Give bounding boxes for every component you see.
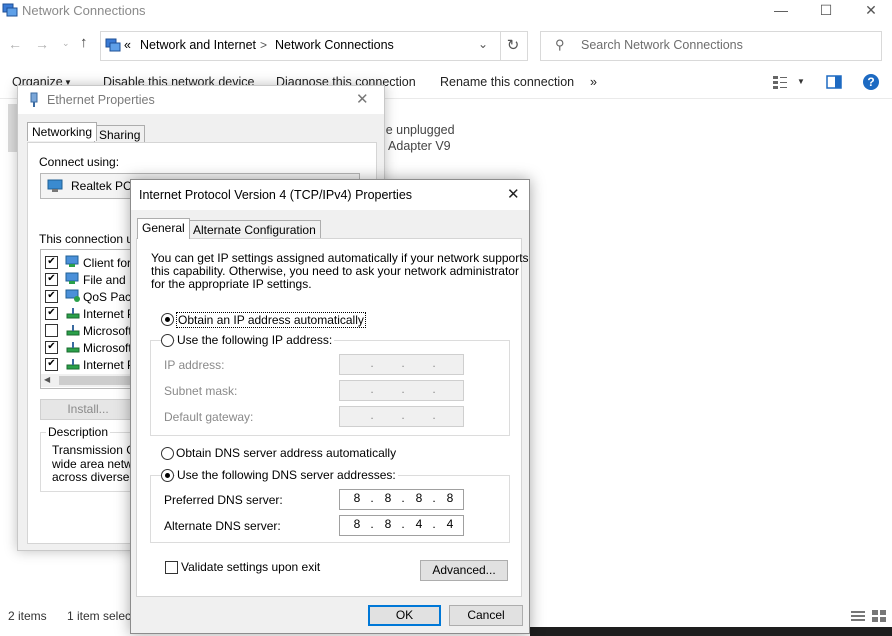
ethernet-adapter-icon bbox=[28, 92, 40, 111]
more-commands-button[interactable]: » bbox=[590, 75, 597, 89]
alternate-dns-field[interactable]: 8. 8. 4. 4 bbox=[339, 515, 464, 536]
dns-auto-label[interactable]: Obtain DNS server address automatically bbox=[176, 446, 396, 460]
default-gateway-label: Default gateway: bbox=[164, 410, 254, 424]
validate-checkbox[interactable] bbox=[165, 561, 178, 574]
dns-auto-radio[interactable] bbox=[161, 447, 174, 460]
forward-arrow-icon[interactable]: → bbox=[35, 36, 49, 52]
tab-networking[interactable]: Networking bbox=[27, 122, 98, 141]
component-checkbox[interactable]: ✔ bbox=[45, 341, 58, 354]
ip-address-label: IP address: bbox=[164, 358, 225, 372]
default-gateway-field[interactable]: ... bbox=[339, 406, 464, 427]
component-label: File and P bbox=[83, 273, 138, 287]
dns-manual-radio[interactable] bbox=[161, 469, 174, 482]
breadcrumb-network-internet[interactable]: Network and Internet bbox=[140, 38, 256, 52]
description-label: Description bbox=[46, 425, 111, 439]
alternate-dns-label: Alternate DNS server: bbox=[164, 519, 281, 533]
description-line-1: Transmission Co bbox=[52, 443, 142, 457]
up-arrow-icon[interactable]: ↑ bbox=[80, 34, 88, 51]
advanced-button[interactable]: Advanced... bbox=[420, 560, 508, 581]
ipv4-properties-dialog: Internet Protocol Version 4 (TCP/IPv4) P… bbox=[130, 179, 530, 634]
network-service-icon bbox=[65, 289, 81, 306]
intro-line-2: this capability. Otherwise, you need to … bbox=[151, 264, 519, 278]
tiles-view-icon[interactable] bbox=[871, 609, 887, 626]
ethernet-title-bar: Ethernet Properties ✕ bbox=[18, 86, 384, 114]
component-checkbox[interactable]: ✔ bbox=[45, 307, 58, 320]
ethernet-dialog-title: Ethernet Properties bbox=[47, 93, 155, 107]
breadcrumb-separator[interactable]: > bbox=[260, 38, 267, 52]
recent-chevron-icon[interactable]: ⌄ bbox=[62, 38, 70, 49]
explorer-title-bar: Network Connections — ☐ ✕ bbox=[0, 0, 892, 22]
search-icon: ⚲ bbox=[555, 37, 565, 52]
search-input[interactable]: ⚲ Search Network Connections bbox=[540, 31, 882, 61]
items-label: This connection us bbox=[39, 232, 140, 246]
subnet-mask-field[interactable]: ... bbox=[339, 380, 464, 401]
install-button[interactable]: Install... bbox=[40, 399, 136, 420]
network-adapter-icon bbox=[47, 179, 63, 196]
view-dropdown-icon[interactable]: ▼ bbox=[797, 77, 805, 86]
address-bar[interactable]: « Network and Internet > Network Connect… bbox=[100, 31, 501, 61]
ipv4-dialog-title: Internet Protocol Version 4 (TCP/IPv4) P… bbox=[139, 188, 413, 202]
component-label: Microsoft bbox=[83, 324, 132, 338]
component-checkbox[interactable]: ✔ bbox=[45, 358, 58, 371]
ethernet-close-icon[interactable]: ✕ bbox=[356, 90, 369, 108]
cancel-button[interactable]: Cancel bbox=[449, 605, 523, 626]
protocol-icon bbox=[65, 306, 81, 323]
description-line-2: wide area netwo bbox=[52, 457, 140, 471]
component-checkbox[interactable] bbox=[45, 324, 58, 337]
network-client-icon bbox=[65, 272, 81, 289]
explorer-title: Network Connections bbox=[22, 3, 146, 18]
view-options-icon[interactable] bbox=[772, 74, 788, 93]
back-arrow-icon[interactable]: ← bbox=[8, 36, 22, 52]
subnet-mask-label: Subnet mask: bbox=[164, 384, 238, 398]
ipv4-close-icon[interactable]: ✕ bbox=[507, 185, 520, 203]
dns-manual-label[interactable]: Use the following DNS server addresses: bbox=[175, 468, 398, 482]
preferred-dns-label: Preferred DNS server: bbox=[164, 493, 283, 507]
tab-general[interactable]: General bbox=[137, 218, 190, 239]
breadcrumb-overflow[interactable]: « bbox=[124, 38, 131, 52]
item-count: 2 items bbox=[8, 609, 47, 623]
ip-auto-label[interactable]: Obtain an IP address automatically bbox=[176, 312, 366, 328]
network-client-icon bbox=[65, 255, 81, 272]
tab-alternate-configuration[interactable]: Alternate Configuration bbox=[188, 220, 321, 239]
ok-button[interactable]: OK bbox=[368, 605, 441, 626]
description-line-3: across diverse in bbox=[52, 470, 143, 484]
preview-pane-icon[interactable] bbox=[826, 74, 842, 93]
component-label: Microsoft bbox=[83, 341, 132, 355]
taskbar-strip bbox=[530, 627, 892, 636]
component-checkbox[interactable]: ✔ bbox=[45, 273, 58, 286]
network-folder-icon bbox=[2, 2, 18, 17]
svg-text:?: ? bbox=[867, 75, 874, 89]
protocol-icon bbox=[65, 340, 81, 357]
close-button[interactable]: ✕ bbox=[848, 0, 892, 22]
component-label: QoS Pack bbox=[83, 290, 138, 304]
minimize-button[interactable]: — bbox=[758, 0, 804, 22]
connect-using-label: Connect using: bbox=[39, 155, 120, 169]
preferred-dns-field[interactable]: 8. 8. 8. 8 bbox=[339, 489, 464, 510]
protocol-icon bbox=[65, 357, 81, 374]
intro-line-3: for the appropriate IP settings. bbox=[151, 277, 312, 291]
ipv4-title-bar: Internet Protocol Version 4 (TCP/IPv4) P… bbox=[131, 180, 529, 210]
maximize-button[interactable]: ☐ bbox=[803, 0, 849, 22]
validate-label[interactable]: Validate settings upon exit bbox=[181, 560, 320, 574]
selection-count: 1 item selec bbox=[67, 609, 132, 623]
refresh-button[interactable]: ↻ bbox=[499, 31, 528, 61]
protocol-icon bbox=[65, 323, 81, 340]
search-placeholder: Search Network Connections bbox=[581, 38, 743, 52]
rename-command[interactable]: Rename this connection bbox=[440, 75, 574, 89]
scroll-left-icon[interactable]: ◀ bbox=[44, 375, 50, 384]
ip-manual-radio[interactable] bbox=[161, 334, 174, 347]
intro-line-1: You can get IP settings assigned automat… bbox=[151, 251, 529, 265]
help-icon[interactable]: ? bbox=[862, 73, 880, 94]
ip-manual-label[interactable]: Use the following IP address: bbox=[175, 333, 335, 347]
ip-auto-radio[interactable] bbox=[161, 313, 174, 326]
ip-address-field[interactable]: ... bbox=[339, 354, 464, 375]
details-view-icon[interactable] bbox=[850, 609, 866, 626]
breadcrumb-network-connections[interactable]: Network Connections bbox=[275, 38, 394, 52]
address-dropdown-icon[interactable]: ⌄ bbox=[478, 37, 488, 51]
component-checkbox[interactable]: ✔ bbox=[45, 256, 58, 269]
component-checkbox[interactable]: ✔ bbox=[45, 290, 58, 303]
connection-status: ble unplugged bbox=[376, 123, 455, 137]
network-folder-icon bbox=[105, 37, 121, 56]
